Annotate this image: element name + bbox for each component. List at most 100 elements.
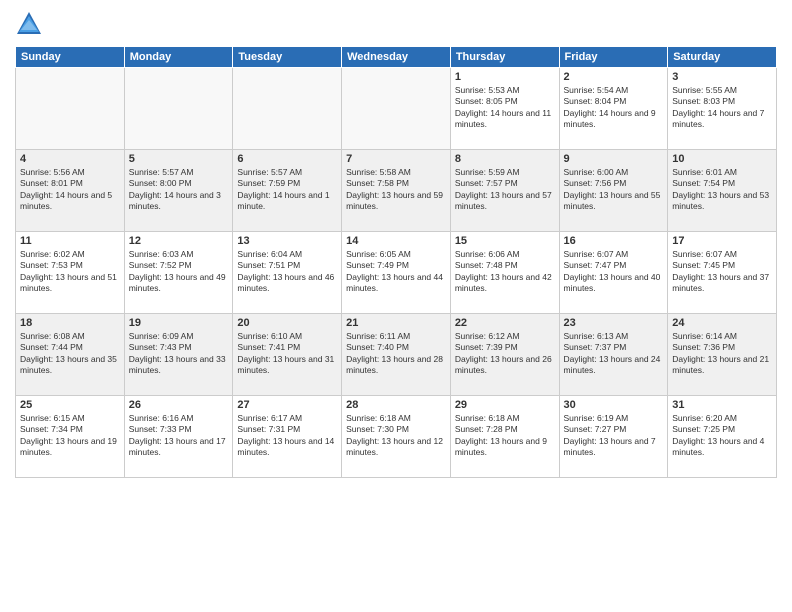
day-info-16: Sunrise: 6:07 AMSunset: 7:47 PMDaylight:…	[564, 249, 664, 295]
calendar-cell-13: 13 Sunrise: 6:04 AMSunset: 7:51 PMDayligh…	[233, 232, 342, 314]
calendar-week-row-4: 18 Sunrise: 6:08 AMSunset: 7:44 PMDayligh…	[16, 314, 777, 396]
day-number-1: 1	[455, 71, 555, 83]
weekday-header-wednesday: Wednesday	[342, 47, 451, 68]
weekday-header-thursday: Thursday	[450, 47, 559, 68]
weekday-header-sunday: Sunday	[16, 47, 125, 68]
calendar-cell-28: 28 Sunrise: 6:18 AMSunset: 7:30 PMDayligh…	[342, 396, 451, 478]
day-number-25: 25	[20, 399, 120, 411]
day-number-3: 3	[672, 71, 772, 83]
day-number-26: 26	[129, 399, 229, 411]
calendar-cell-10: 10Sunrise: 6:01 AMSunset: 7:54 PMDayligh…	[668, 150, 777, 232]
calendar-cell-17: 17 Sunrise: 6:07 AMSunset: 7:45 PMDayligh…	[668, 232, 777, 314]
day-info-9: Sunrise: 6:00 AMSunset: 7:56 PMDaylight:…	[564, 167, 664, 213]
calendar-cell-4: 4 Sunrise: 5:56 AMSunset: 8:01 PMDaylight…	[16, 150, 125, 232]
day-info-23: Sunrise: 6:13 AMSunset: 7:37 PMDaylight:…	[564, 331, 664, 377]
calendar-cell-15: 15Sunrise: 6:06 AMSunset: 7:48 PMDayligh…	[450, 232, 559, 314]
day-info-7: Sunrise: 5:58 AMSunset: 7:58 PMDaylight:…	[346, 167, 446, 213]
calendar-cell-23: 23 Sunrise: 6:13 AMSunset: 7:37 PMDayligh…	[559, 314, 668, 396]
day-number-2: 2	[564, 71, 664, 83]
calendar-week-row-3: 11 Sunrise: 6:02 AMSunset: 7:53 PMDayligh…	[16, 232, 777, 314]
day-info-29: Sunrise: 6:18 AMSunset: 7:28 PMDaylight:…	[455, 413, 555, 459]
day-number-7: 7	[346, 153, 446, 165]
calendar-cell-29: 29 Sunrise: 6:18 AMSunset: 7:28 PMDayligh…	[450, 396, 559, 478]
day-number-23: 23	[564, 317, 664, 329]
calendar-week-row-5: 25 Sunrise: 6:15 AMSunset: 7:34 PMDayligh…	[16, 396, 777, 478]
day-number-13: 13	[237, 235, 337, 247]
day-number-9: 9	[564, 153, 664, 165]
day-number-28: 28	[346, 399, 446, 411]
calendar-cell-26: 26 Sunrise: 6:16 AMSunset: 7:33 PMDayligh…	[124, 396, 233, 478]
calendar-cell-19: 19 Sunrise: 6:09 AMSunset: 7:43 PMDayligh…	[124, 314, 233, 396]
day-number-12: 12	[129, 235, 229, 247]
day-number-5: 5	[129, 153, 229, 165]
day-number-17: 17	[672, 235, 772, 247]
day-info-26: Sunrise: 6:16 AMSunset: 7:33 PMDaylight:…	[129, 413, 229, 459]
day-number-11: 11	[20, 235, 120, 247]
weekday-header-saturday: Saturday	[668, 47, 777, 68]
day-number-24: 24	[672, 317, 772, 329]
page: SundayMondayTuesdayWednesdayThursdayFrid…	[0, 0, 792, 612]
day-info-18: Sunrise: 6:08 AMSunset: 7:44 PMDaylight:…	[20, 331, 120, 377]
calendar-cell-8: 8 Sunrise: 5:59 AMSunset: 7:57 PMDaylight…	[450, 150, 559, 232]
calendar-cell-16: 16 Sunrise: 6:07 AMSunset: 7:47 PMDayligh…	[559, 232, 668, 314]
calendar-cell-2: 2Sunrise: 5:54 AMSunset: 8:04 PMDaylight…	[559, 68, 668, 150]
calendar-cell-7: 7 Sunrise: 5:58 AMSunset: 7:58 PMDaylight…	[342, 150, 451, 232]
day-number-4: 4	[20, 153, 120, 165]
calendar-cell-31: 31 Sunrise: 6:20 AMSunset: 7:25 PMDayligh…	[668, 396, 777, 478]
day-info-19: Sunrise: 6:09 AMSunset: 7:43 PMDaylight:…	[129, 331, 229, 377]
calendar-cell-25: 25 Sunrise: 6:15 AMSunset: 7:34 PMDayligh…	[16, 396, 125, 478]
day-info-4: Sunrise: 5:56 AMSunset: 8:01 PMDaylight:…	[20, 167, 120, 213]
day-info-12: Sunrise: 6:03 AMSunset: 7:52 PMDaylight:…	[129, 249, 229, 295]
day-number-30: 30	[564, 399, 664, 411]
day-number-21: 21	[346, 317, 446, 329]
calendar-cell-1: 1 Sunrise: 5:53 AMSunset: 8:05 PMDaylight…	[450, 68, 559, 150]
calendar-cell-12: 12 Sunrise: 6:03 AMSunset: 7:52 PMDayligh…	[124, 232, 233, 314]
day-info-8: Sunrise: 5:59 AMSunset: 7:57 PMDaylight:…	[455, 167, 555, 213]
calendar-cell-11: 11 Sunrise: 6:02 AMSunset: 7:53 PMDayligh…	[16, 232, 125, 314]
day-info-1: Sunrise: 5:53 AMSunset: 8:05 PMDaylight:…	[455, 85, 555, 131]
day-info-30: Sunrise: 6:19 AMSunset: 7:27 PMDaylight:…	[564, 413, 664, 459]
day-info-6: Sunrise: 5:57 AMSunset: 7:59 PMDaylight:…	[237, 167, 337, 213]
day-number-18: 18	[20, 317, 120, 329]
calendar-cell-22: 22 Sunrise: 6:12 AMSunset: 7:39 PMDayligh…	[450, 314, 559, 396]
day-info-3: Sunrise: 5:55 AMSunset: 8:03 PMDaylight:…	[672, 85, 772, 131]
weekday-header-row: SundayMondayTuesdayWednesdayThursdayFrid…	[16, 47, 777, 68]
day-number-20: 20	[237, 317, 337, 329]
day-number-19: 19	[129, 317, 229, 329]
day-number-22: 22	[455, 317, 555, 329]
day-info-11: Sunrise: 6:02 AMSunset: 7:53 PMDaylight:…	[20, 249, 120, 295]
calendar-cell-9: 9 Sunrise: 6:00 AMSunset: 7:56 PMDaylight…	[559, 150, 668, 232]
day-info-28: Sunrise: 6:18 AMSunset: 7:30 PMDaylight:…	[346, 413, 446, 459]
calendar-week-row-2: 4 Sunrise: 5:56 AMSunset: 8:01 PMDaylight…	[16, 150, 777, 232]
calendar-cell-14: 14Sunrise: 6:05 AMSunset: 7:49 PMDayligh…	[342, 232, 451, 314]
calendar-cell-empty-2	[233, 68, 342, 150]
calendar-cell-21: 21 Sunrise: 6:11 AMSunset: 7:40 PMDayligh…	[342, 314, 451, 396]
day-number-16: 16	[564, 235, 664, 247]
calendar-table: SundayMondayTuesdayWednesdayThursdayFrid…	[15, 46, 777, 478]
calendar-cell-6: 6Sunrise: 5:57 AMSunset: 7:59 PMDaylight…	[233, 150, 342, 232]
day-info-14: Sunrise: 6:05 AMSunset: 7:49 PMDaylight:…	[346, 249, 446, 295]
header	[15, 10, 777, 38]
calendar-cell-18: 18 Sunrise: 6:08 AMSunset: 7:44 PMDayligh…	[16, 314, 125, 396]
weekday-header-monday: Monday	[124, 47, 233, 68]
day-info-17: Sunrise: 6:07 AMSunset: 7:45 PMDaylight:…	[672, 249, 772, 295]
day-number-8: 8	[455, 153, 555, 165]
day-info-25: Sunrise: 6:15 AMSunset: 7:34 PMDaylight:…	[20, 413, 120, 459]
day-info-24: Sunrise: 6:14 AMSunset: 7:36 PMDaylight:…	[672, 331, 772, 377]
day-info-22: Sunrise: 6:12 AMSunset: 7:39 PMDaylight:…	[455, 331, 555, 377]
day-info-10: Sunrise: 6:01 AMSunset: 7:54 PMDaylight:…	[672, 167, 772, 213]
day-number-31: 31	[672, 399, 772, 411]
calendar-cell-30: 30 Sunrise: 6:19 AMSunset: 7:27 PMDayligh…	[559, 396, 668, 478]
calendar-cell-20: 20 Sunrise: 6:10 AMSunset: 7:41 PMDayligh…	[233, 314, 342, 396]
calendar-week-row-1: 1 Sunrise: 5:53 AMSunset: 8:05 PMDaylight…	[16, 68, 777, 150]
day-info-31: Sunrise: 6:20 AMSunset: 7:25 PMDaylight:…	[672, 413, 772, 459]
day-info-13: Sunrise: 6:04 AMSunset: 7:51 PMDaylight:…	[237, 249, 337, 295]
day-info-20: Sunrise: 6:10 AMSunset: 7:41 PMDaylight:…	[237, 331, 337, 377]
day-number-27: 27	[237, 399, 337, 411]
day-info-5: Sunrise: 5:57 AMSunset: 8:00 PMDaylight:…	[129, 167, 229, 213]
calendar-cell-5: 5 Sunrise: 5:57 AMSunset: 8:00 PMDaylight…	[124, 150, 233, 232]
weekday-header-friday: Friday	[559, 47, 668, 68]
day-number-29: 29	[455, 399, 555, 411]
day-info-21: Sunrise: 6:11 AMSunset: 7:40 PMDaylight:…	[346, 331, 446, 377]
weekday-header-tuesday: Tuesday	[233, 47, 342, 68]
